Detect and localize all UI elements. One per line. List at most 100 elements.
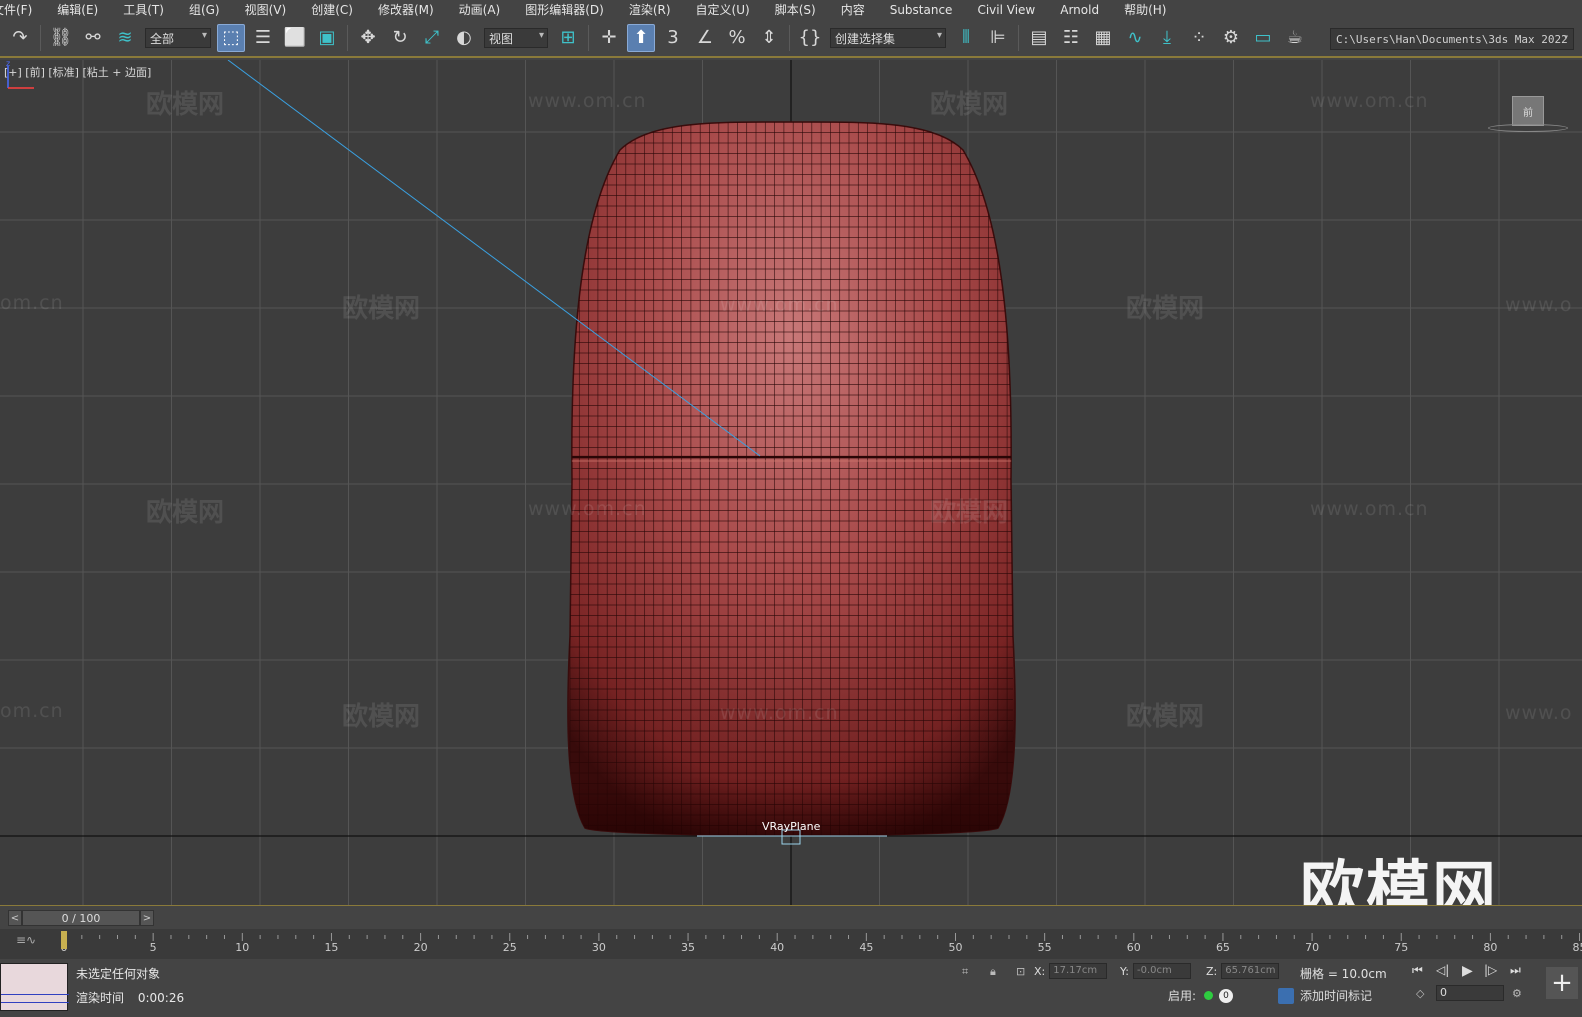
- menu-item[interactable]: 内容: [829, 0, 878, 20]
- schematic-view-icon[interactable]: ⁘: [1185, 24, 1213, 52]
- menu-item[interactable]: 图形编辑器(D): [513, 0, 617, 20]
- watermark-text: om.cn: [0, 700, 64, 722]
- time-slider[interactable]: < 0 / 100 >: [0, 907, 1582, 929]
- menu-bar: 文件(F)编辑(E)工具(T)组(G)视图(V)创建(C)修改器(M)动画(A)…: [0, 0, 1582, 20]
- viewcube[interactable]: 前: [1512, 96, 1544, 126]
- absolute-mode-icon[interactable]: ⊡: [1016, 965, 1025, 978]
- project-path-dropdown[interactable]: C:\Users\Han\Documents\3ds Max 2022: [1330, 28, 1574, 50]
- keyboard-shortcut-override-icon[interactable]: ⬆: [627, 24, 655, 52]
- track-bar[interactable]: ≡∿ 0510152025303540455055606570758085: [0, 929, 1582, 959]
- select-by-name-icon[interactable]: ☰: [249, 24, 277, 52]
- unlink-icon[interactable]: ⚯: [79, 24, 107, 52]
- previous-frame-icon[interactable]: ◁|: [1436, 963, 1449, 977]
- maxscript-mini-listener[interactable]: [0, 963, 69, 1011]
- watermark-text: om.cn: [0, 292, 64, 314]
- menu-item[interactable]: 脚本(S): [763, 0, 829, 20]
- front-viewport[interactable]: [+] [前] [标准] [粘土 + 边面] 欧模网 www.om.cn 欧模网…: [0, 60, 1582, 906]
- render-setup-icon[interactable]: ⚙: [1217, 24, 1245, 52]
- ribbon-icon[interactable]: ▦: [1089, 24, 1117, 52]
- ruler-label: 70: [1305, 941, 1319, 954]
- ruler-label: 10: [235, 941, 249, 954]
- rotate-icon[interactable]: ↻: [386, 24, 414, 52]
- curve-editor-icon[interactable]: ∿: [1121, 24, 1149, 52]
- ruler-label: 40: [770, 941, 784, 954]
- selection-lock-icon[interactable]: 🔒︎: [990, 965, 996, 979]
- rectangle-selection-icon[interactable]: ⬜: [281, 24, 309, 52]
- enable-status-icon: [1204, 991, 1214, 1000]
- y-coord-label: Y:: [1120, 964, 1129, 978]
- render-production-icon[interactable]: ☕: [1281, 24, 1309, 52]
- time-configuration-icon[interactable]: ⚙: [1512, 987, 1522, 1000]
- window-crossing-icon[interactable]: ▣: [313, 24, 341, 52]
- go-to-start-icon[interactable]: ⏮: [1412, 963, 1423, 978]
- y-coord-field[interactable]: -0.0cm: [1132, 963, 1191, 979]
- menu-item[interactable]: 动画(A): [447, 0, 514, 20]
- menu-item[interactable]: 组(G): [177, 0, 233, 20]
- edit-named-selection-icon[interactable]: {}: [796, 24, 824, 52]
- menu-item[interactable]: 自定义(U): [684, 0, 763, 20]
- layer-explorer-icon[interactable]: ☷: [1057, 24, 1085, 52]
- menu-item[interactable]: 视图(V): [233, 0, 300, 20]
- menu-item[interactable]: 渲染(R): [617, 0, 684, 20]
- menu-item[interactable]: Arnold: [1048, 0, 1112, 20]
- menu-item[interactable]: 修改器(M): [366, 0, 447, 20]
- named-selection-dropdown[interactable]: 创建选择集: [830, 28, 946, 48]
- viewcube-compass[interactable]: [1488, 124, 1568, 132]
- select-manipulate-icon[interactable]: ✛: [595, 24, 623, 52]
- menu-item[interactable]: 创建(C): [299, 0, 366, 20]
- dope-sheet-icon[interactable]: ⤓: [1153, 24, 1181, 52]
- ruler-label: 80: [1483, 941, 1497, 954]
- link-icon[interactable]: ⛓: [47, 24, 75, 52]
- time-slider-next-icon[interactable]: >: [140, 910, 154, 926]
- selection-filter-dropdown[interactable]: 全部: [145, 28, 211, 48]
- placement-icon[interactable]: ◐: [450, 24, 478, 52]
- current-frame-marker[interactable]: [61, 931, 67, 949]
- menu-item[interactable]: 文件(F): [0, 0, 45, 20]
- scene-explorer-icon[interactable]: ▤: [1025, 24, 1053, 52]
- mirror-icon[interactable]: ⫴: [952, 24, 980, 52]
- cushion-mesh[interactable]: [560, 121, 1023, 846]
- scale-icon[interactable]: ⤢: [418, 24, 446, 52]
- key-mode-icon[interactable]: ◇: [1416, 987, 1424, 1000]
- x-coord-field[interactable]: 17.17cm: [1049, 963, 1108, 979]
- watermark-text: 欧模网: [930, 90, 1009, 120]
- next-frame-icon[interactable]: |▷: [1484, 963, 1497, 977]
- time-slider-thumb[interactable]: 0 / 100: [22, 910, 140, 926]
- menu-item[interactable]: 编辑(E): [45, 0, 111, 20]
- toolbar-separator: [1018, 25, 1019, 51]
- bind-space-warp-icon[interactable]: ≋: [111, 24, 139, 52]
- z-coord-field[interactable]: 65.761cm: [1221, 963, 1280, 979]
- menu-item[interactable]: 帮助(H): [1112, 0, 1179, 20]
- ruler-label: 35: [681, 941, 695, 954]
- angle-snap-icon[interactable]: ∠: [691, 24, 719, 52]
- watermark-text: www.o: [1505, 294, 1573, 316]
- watermark-logo: 欧模网: [1300, 855, 1498, 906]
- select-object-icon[interactable]: ⬚: [217, 24, 245, 52]
- watermark-text: 欧模网: [342, 294, 421, 324]
- adaptive-degradation[interactable]: 启用: 0: [1168, 987, 1234, 1004]
- x-coordinate: X: 17.17cm: [1034, 963, 1108, 979]
- add-button[interactable]: +: [1546, 967, 1578, 999]
- spinner-snap-icon[interactable]: ⇕: [755, 24, 783, 52]
- go-to-end-icon[interactable]: ⏭: [1510, 963, 1521, 978]
- current-frame-field[interactable]: 0: [1436, 985, 1504, 1001]
- reference-coordinate-dropdown[interactable]: 视图: [484, 28, 548, 48]
- menu-item[interactable]: Substance: [878, 0, 966, 20]
- percent-snap-icon[interactable]: %: [723, 24, 751, 52]
- align-icon[interactable]: ⊫: [984, 24, 1012, 52]
- menu-item[interactable]: Civil View: [965, 0, 1048, 20]
- move-icon[interactable]: ✥: [354, 24, 382, 52]
- ruler-label: 15: [324, 941, 338, 954]
- watermark-text: www.om.cn: [1310, 498, 1429, 520]
- menu-item[interactable]: 工具(T): [111, 0, 177, 20]
- rendered-frame-window-icon[interactable]: ▭: [1249, 24, 1277, 52]
- snaps-toggle-icon[interactable]: 3: [659, 24, 687, 52]
- toolbar-separator: [347, 25, 348, 51]
- play-icon[interactable]: ▶: [1462, 963, 1473, 979]
- redo-icon[interactable]: ↷: [6, 24, 34, 52]
- isolate-selection-icon[interactable]: ⌗: [962, 965, 968, 979]
- time-slider-prev-icon[interactable]: <: [8, 910, 22, 926]
- ruler-label: 30: [592, 941, 606, 954]
- add-time-tag[interactable]: 添加时间标记: [1278, 987, 1372, 1004]
- pivot-center-icon[interactable]: ⊞: [554, 24, 582, 52]
